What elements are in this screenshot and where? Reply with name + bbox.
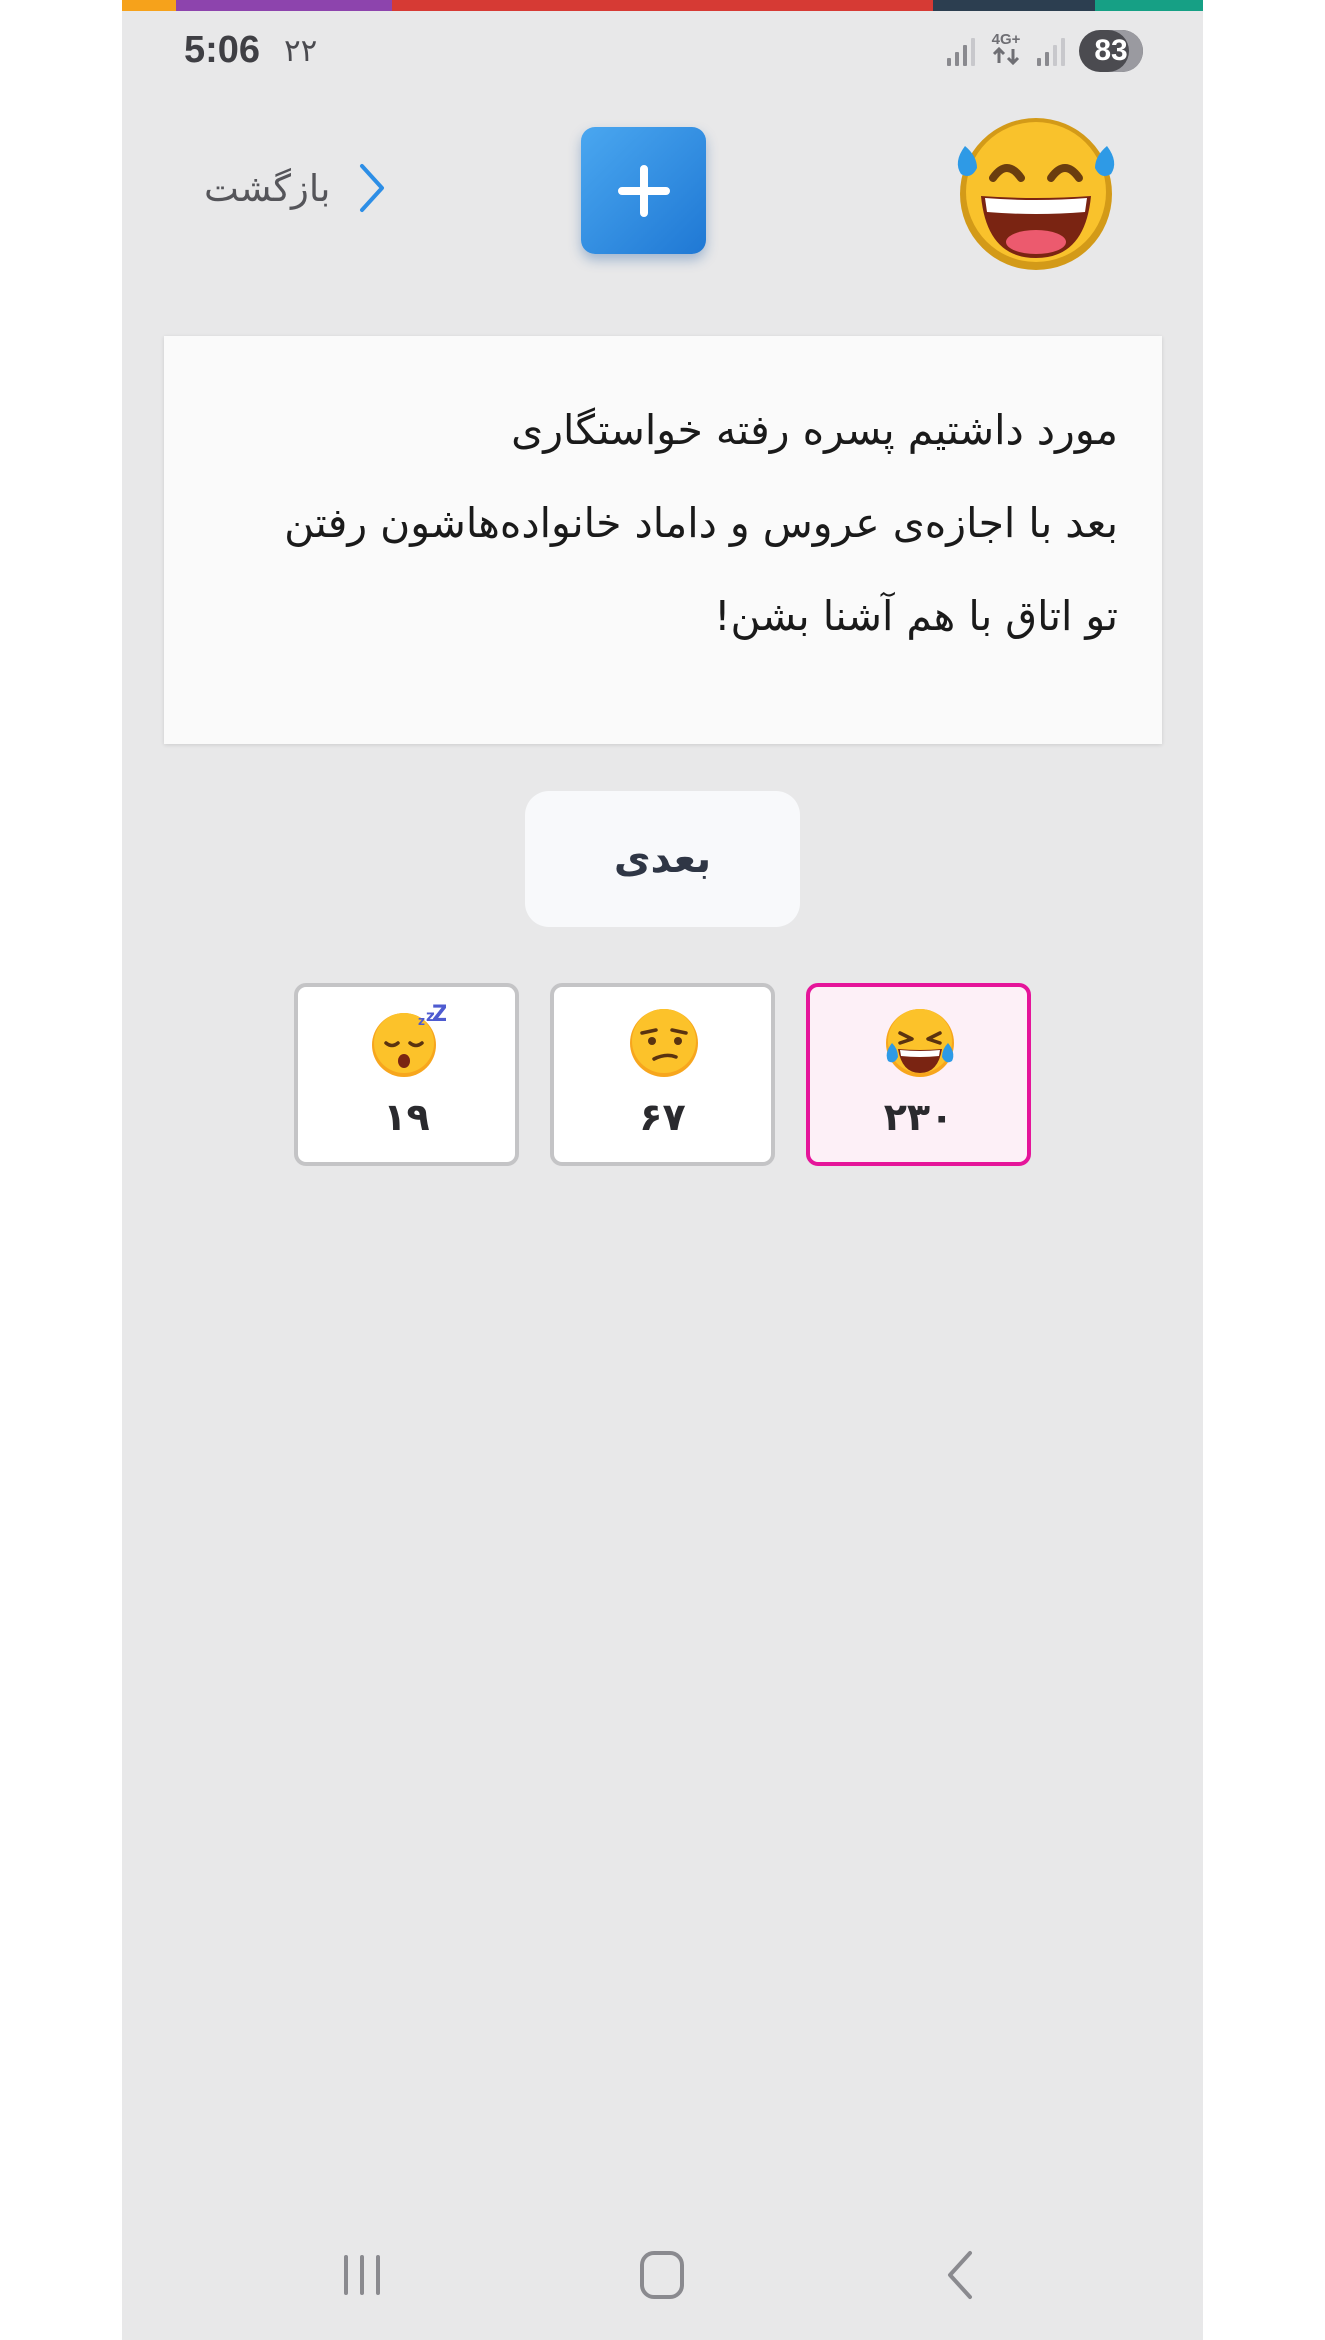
battery-badge: 83 <box>1079 30 1143 72</box>
reaction-bar: z z Z ۱۹ ۶۷ ۲۳۰ <box>122 983 1203 1169</box>
reaction-laughing[interactable]: ۲۳۰ <box>806 983 1031 1166</box>
home-icon[interactable] <box>632 2247 692 2303</box>
plus-icon <box>617 164 670 217</box>
joke-line: بعد با اجازه‌ی عروس و داماد خانواده‌هاشو… <box>284 499 1118 547</box>
add-button[interactable] <box>581 127 706 254</box>
signal-icon-2 <box>1037 36 1065 66</box>
joke-line: تو اتاق با هم آشنا بشن! <box>714 592 1118 640</box>
unamused-face-icon <box>630 1009 698 1077</box>
reaction-count: ۶۷ <box>639 1095 686 1139</box>
reaction-sleepy[interactable]: z z Z ۱۹ <box>294 983 519 1166</box>
reaction-count: ۲۳۰ <box>883 1095 954 1139</box>
back-button[interactable]: بازگشت <box>204 158 394 218</box>
back-nav-icon[interactable] <box>932 2247 992 2303</box>
back-label: بازگشت <box>204 166 331 210</box>
reaction-count: ۱۹ <box>383 1095 430 1139</box>
status-date: ۲۲ <box>284 33 318 69</box>
svg-text:z: z <box>418 1014 425 1028</box>
status-bar: 5:06 ۲۲ 4G+ 83 <box>122 11 1203 91</box>
network-label: 4G+ <box>991 31 1021 48</box>
recent-apps-icon[interactable] <box>332 2247 392 2303</box>
status-time: 5:06 <box>184 29 261 71</box>
next-button[interactable]: بعدی <box>525 791 800 927</box>
status-icons: 4G+ 83 <box>947 29 1143 73</box>
chevron-right-icon <box>360 164 385 212</box>
app-screen: 5:06 ۲۲ 4G+ 83 بازگشت مورد داشتیم پسره ر… <box>122 0 1203 2340</box>
color-strip <box>122 0 1203 11</box>
navigation-bar <box>122 2225 1203 2315</box>
joke-card: مورد داشتیم پسره رفته خواستگاری بعد با ا… <box>164 336 1162 744</box>
sleepy-face-icon: z z Z <box>372 1003 446 1077</box>
laughing-face-logo-icon <box>957 118 1115 270</box>
joke-line: مورد داشتیم پسره رفته خواستگاری <box>511 406 1118 454</box>
laughing-tears-face-icon <box>886 1009 954 1077</box>
signal-icon <box>947 36 975 66</box>
network-icon: 4G+ <box>989 31 1023 69</box>
svg-text:Z: Z <box>432 1003 446 1027</box>
reaction-unamused[interactable]: ۶۷ <box>550 983 775 1166</box>
